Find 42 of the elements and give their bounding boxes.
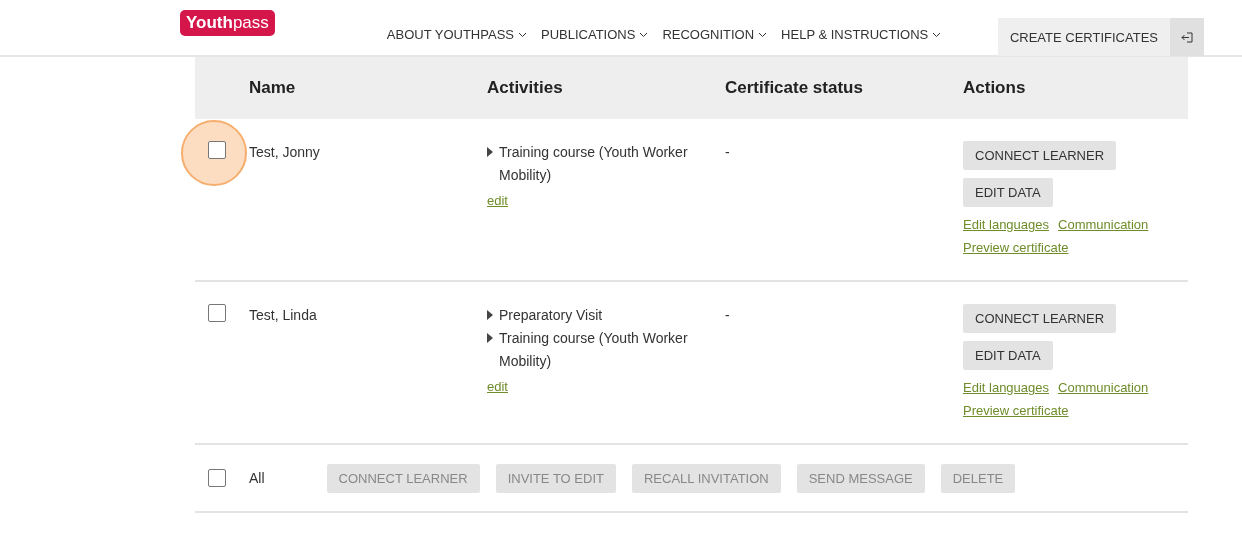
learner-name: Test, Jonny (249, 143, 321, 162)
chevron-down-icon (639, 31, 649, 38)
action-button[interactable]: EDIT DATA (963, 178, 1053, 207)
chevron-down-icon (932, 31, 942, 38)
row-checkbox[interactable] (208, 141, 226, 159)
certificate-status: - (725, 143, 731, 162)
action-link[interactable]: Preview certificate (963, 403, 1069, 418)
action-button[interactable]: CONNECT LEARNER (963, 141, 1117, 170)
learner-name: Test, Linda (249, 306, 318, 325)
triangle-icon (487, 310, 493, 320)
youthpass-logo[interactable]: Youthpass (180, 9, 275, 36)
action-button[interactable]: CONNECT LEARNER (963, 304, 1117, 333)
action-link[interactable]: Communication (1058, 380, 1149, 395)
nav-menu-item[interactable]: RECOGNITION (662, 27, 768, 42)
nav-menu-item[interactable]: ABOUT YOUTHPASS (386, 27, 527, 42)
column-header: Certificate status (725, 78, 864, 98)
chevron-down-icon (518, 31, 527, 38)
activity-text: Training course (Youth Worker Mobility) (499, 329, 689, 371)
triangle-icon (487, 333, 493, 343)
edit-link[interactable]: edit (487, 193, 508, 208)
chevron-down-icon (758, 31, 768, 38)
select-all-label: All (249, 468, 265, 488)
action-link[interactable]: Communication (1058, 217, 1149, 232)
select-all-checkbox[interactable] (208, 469, 226, 487)
logout-icon (1181, 31, 1193, 43)
edit-link[interactable]: edit (487, 379, 508, 394)
activity-text: Preparatory Visit (499, 306, 603, 325)
certificate-status: - (725, 306, 731, 325)
nav-menu-item[interactable]: PUBLICATIONS (541, 27, 649, 42)
create-certificates-button[interactable]: CREATE CERTIFICATES (997, 18, 1170, 56)
action-link[interactable]: Edit languages (963, 217, 1049, 232)
triangle-icon (487, 147, 493, 157)
column-header: Actions (963, 78, 1027, 98)
activity-text: Training course (Youth Worker Mobility) (499, 143, 689, 185)
nav-menu-item[interactable]: HELP & INSTRUCTIONS (781, 27, 942, 42)
action-button[interactable]: EDIT DATA (963, 341, 1053, 370)
action-link[interactable]: Preview certificate (963, 240, 1069, 255)
logout-button[interactable] (1170, 18, 1204, 56)
action-link[interactable]: Edit languages (963, 380, 1049, 395)
row-checkbox[interactable] (208, 304, 226, 322)
column-header: Name (249, 78, 297, 98)
column-header: Activities (487, 78, 564, 98)
